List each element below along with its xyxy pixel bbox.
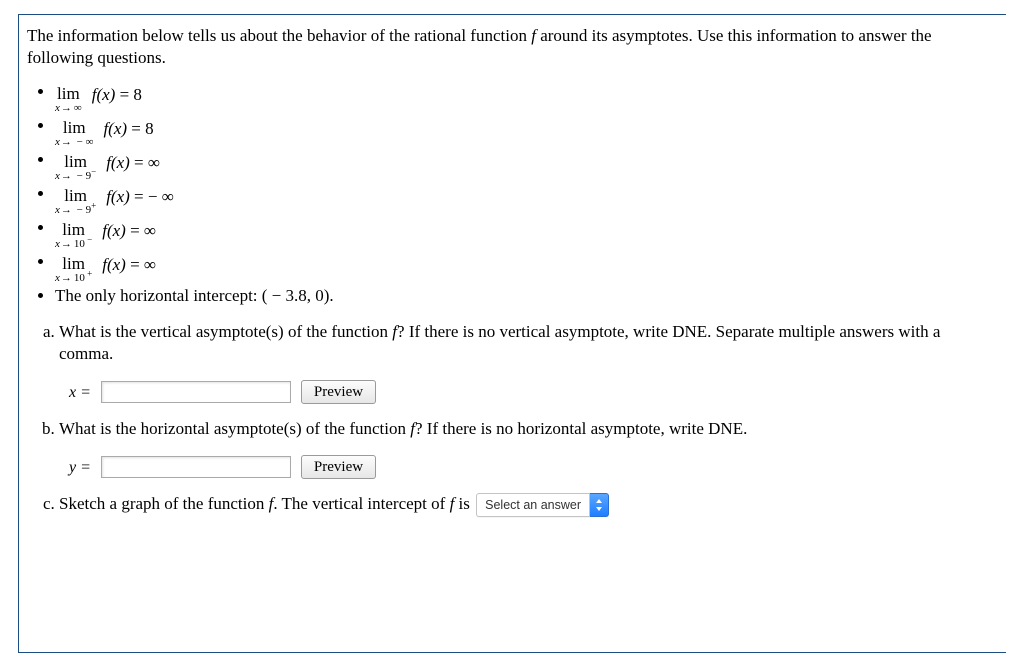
lim-expr: f(x) = 8 <box>92 83 142 108</box>
lim-word: lim <box>62 255 85 272</box>
lim-word: lim <box>63 119 86 136</box>
intro-text: The information below tells us about the… <box>27 25 996 70</box>
var-label-y: y = <box>69 457 91 479</box>
lim-block: lim x→10 + <box>55 255 92 284</box>
lim-expr: f(x) = ∞ <box>102 219 156 244</box>
preview-button-b[interactable]: Preview <box>301 455 376 479</box>
var-label-x: x = <box>69 382 91 404</box>
lim-sub: x→∞ <box>55 103 82 114</box>
question-a: What is the vertical asymptote(s) of the… <box>59 321 996 405</box>
question-list: What is the vertical asymptote(s) of the… <box>49 321 996 518</box>
answer-row-a: x = Preview <box>69 380 996 404</box>
intercept-text: The only horizontal intercept: ( − 3.8, … <box>55 286 334 305</box>
lim-expr: f(x) = ∞ <box>102 253 156 278</box>
limit-item: lim x→ − ∞ f(x) = 8 <box>55 114 996 146</box>
lim-word: lim <box>64 187 87 204</box>
select-label: Select an answer <box>476 493 590 517</box>
chevron-updown-icon <box>590 493 609 517</box>
lim-sub: x→10 − <box>55 239 92 250</box>
limit-item: lim x→∞ f(x) = 8 <box>55 80 996 112</box>
limit-item: lim x→10 + f(x) = ∞ <box>55 250 996 282</box>
answer-row-b: y = Preview <box>69 455 996 479</box>
lim-block: lim x→ − 9− <box>55 153 96 182</box>
question-c: Sketch a graph of the function f. The ve… <box>59 493 996 517</box>
lim-block: lim x→∞ <box>55 85 82 114</box>
lim-word: lim <box>62 221 85 238</box>
limit-item: lim x→ − 9− f(x) = ∞ <box>55 148 996 180</box>
preview-button-a[interactable]: Preview <box>301 380 376 404</box>
q-b-prompt: What is the horizontal asymptote(s) of t… <box>59 419 747 438</box>
lim-expr: f(x) = 8 <box>103 117 153 142</box>
vertical-asymptote-input[interactable] <box>101 381 291 403</box>
lim-sub: x→ − 9− <box>55 171 96 182</box>
lim-sub: x→ − ∞ <box>55 137 93 148</box>
question-b: What is the horizontal asymptote(s) of t… <box>59 418 996 479</box>
q-c-prompt: Sketch a graph of the function f. The ve… <box>59 494 474 513</box>
intercept-item: The only horizontal intercept: ( − 3.8, … <box>55 284 996 309</box>
limit-list: lim x→∞ f(x) = 8 lim x→ − ∞ f(x) = 8 <box>55 80 996 309</box>
lim-block: lim x→10 − <box>55 221 92 250</box>
intro-pre: The information below tells us about the… <box>27 26 531 45</box>
horizontal-asymptote-input[interactable] <box>101 456 291 478</box>
question-panel: The information below tells us about the… <box>18 14 1006 653</box>
lim-block: lim x→ − 9+ <box>55 187 96 216</box>
limit-item: lim x→10 − f(x) = ∞ <box>55 216 996 248</box>
limit-item: lim x→ − 9+ f(x) = − ∞ <box>55 182 996 214</box>
lim-word: lim <box>57 85 80 102</box>
lim-sub: x→10 + <box>55 273 92 284</box>
lim-word: lim <box>64 153 87 170</box>
lim-expr: f(x) = − ∞ <box>106 185 174 210</box>
lim-expr: f(x) = ∞ <box>106 151 160 176</box>
q-a-prompt: What is the vertical asymptote(s) of the… <box>59 322 940 364</box>
lim-sub: x→ − 9+ <box>55 205 96 216</box>
lim-block: lim x→ − ∞ <box>55 119 93 148</box>
vertical-intercept-select[interactable]: Select an answer <box>476 493 609 517</box>
